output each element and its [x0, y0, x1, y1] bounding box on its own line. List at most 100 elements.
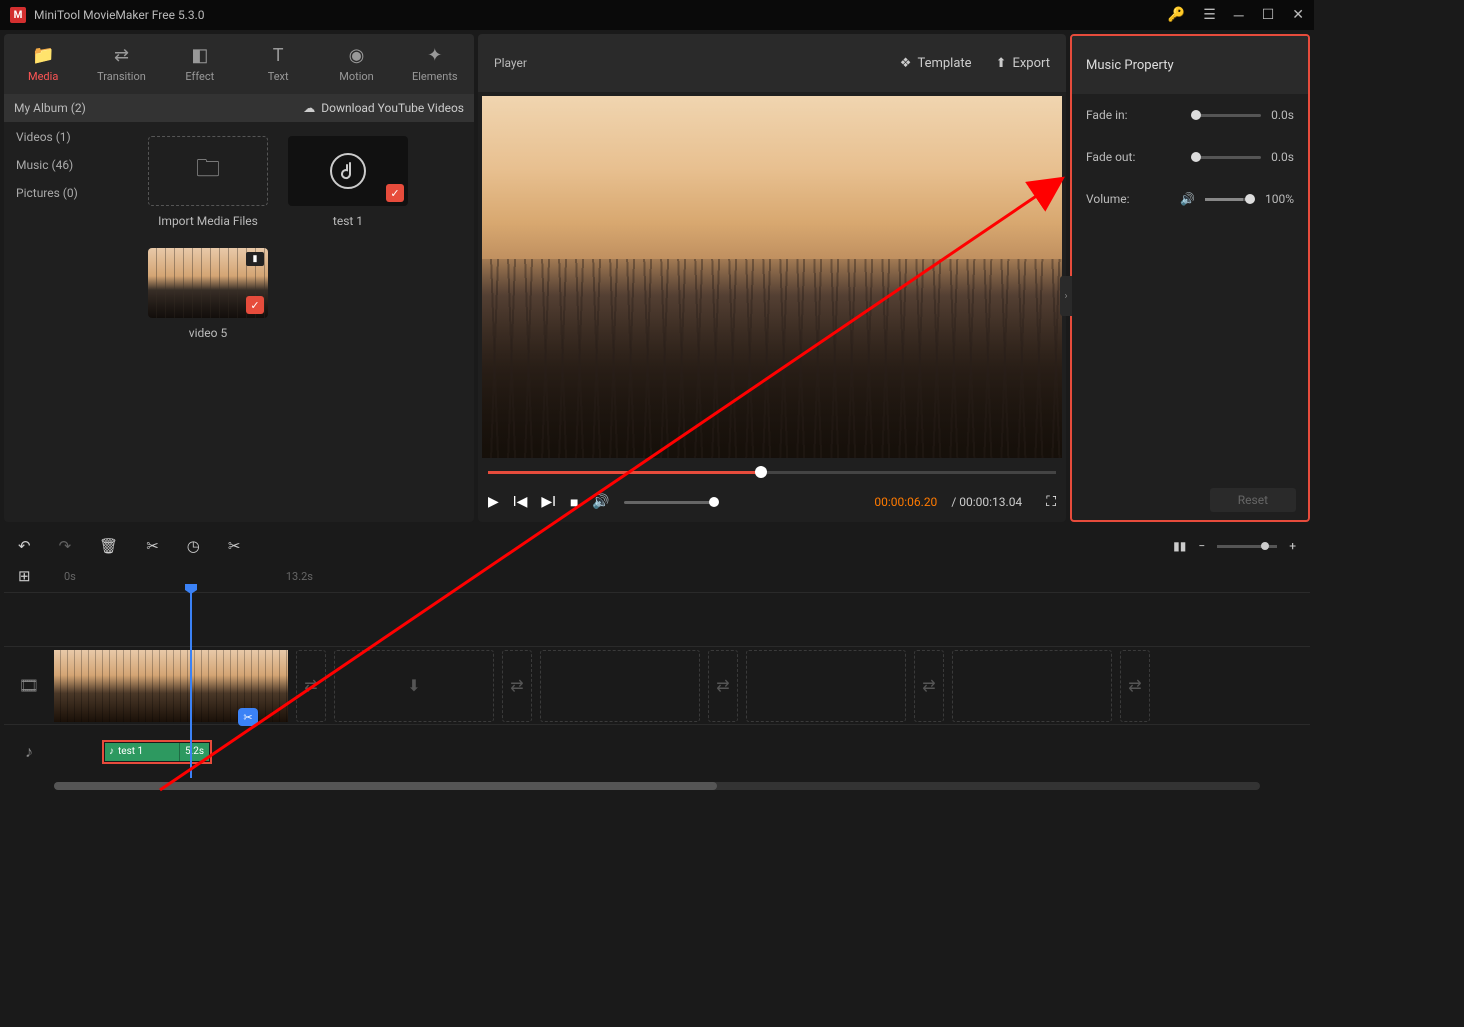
- transition-slot[interactable]: ⇄: [1120, 650, 1150, 722]
- timeline-scrollbar[interactable]: [54, 782, 1260, 790]
- close-icon[interactable]: ✕: [1292, 7, 1304, 23]
- empty-clip-slot[interactable]: [746, 650, 906, 722]
- music-note-icon: [328, 151, 368, 191]
- undo-button[interactable]: ↶: [18, 537, 31, 555]
- transition-slot[interactable]: ⇄: [502, 650, 532, 722]
- volume-slider[interactable]: [624, 501, 714, 504]
- split-icon[interactable]: ✂: [238, 708, 258, 726]
- zoom-in-button[interactable]: +: [1289, 539, 1296, 553]
- media-panel: 📁Media ⇄Transition ◧Effect TText ◉Motion…: [4, 34, 474, 522]
- tab-effect[interactable]: ◧Effect: [161, 34, 239, 94]
- empty-clip-slot[interactable]: [952, 650, 1112, 722]
- video-clip[interactable]: [54, 650, 132, 722]
- minimize-icon[interactable]: ─: [1234, 7, 1244, 24]
- folder-icon: 📁: [32, 45, 54, 66]
- music-property-title: Music Property: [1072, 36, 1308, 94]
- elements-icon: ✦: [427, 45, 442, 66]
- fit-icon[interactable]: ▮▮: [1173, 539, 1186, 553]
- fadeout-slider[interactable]: [1191, 156, 1261, 159]
- import-media-button[interactable]: 🗀 Import Media Files: [148, 136, 268, 228]
- crop-button[interactable]: ✂: [228, 537, 241, 555]
- empty-clip-slot[interactable]: [540, 650, 700, 722]
- zoom-slider[interactable]: [1217, 545, 1277, 548]
- folder-add-icon: 🗀: [196, 151, 220, 192]
- transition-icon: ⇄: [114, 45, 129, 66]
- reset-button[interactable]: Reset: [1210, 488, 1296, 512]
- prev-frame-button[interactable]: I◀: [513, 494, 528, 510]
- video-clip[interactable]: [132, 650, 210, 722]
- split-button[interactable]: ✂: [146, 537, 159, 555]
- redo-button[interactable]: ↷: [59, 537, 72, 555]
- time-current: 00:00:06.20: [874, 495, 937, 509]
- fadeout-label: Fade out:: [1086, 150, 1135, 164]
- track-overlay: [4, 592, 1310, 646]
- tab-media[interactable]: 📁Media: [4, 34, 82, 94]
- fadein-slider[interactable]: [1191, 114, 1261, 117]
- menu-icon[interactable]: ☰: [1203, 7, 1216, 23]
- tab-text[interactable]: TText: [239, 34, 317, 94]
- sidebar-music[interactable]: Music (46): [16, 158, 122, 172]
- sidebar-videos[interactable]: Videos (1): [16, 130, 122, 144]
- time-duration: / 00:00:13.04: [951, 495, 1022, 509]
- check-icon: ✓: [386, 184, 404, 202]
- ruler-mark-1: 13.2s: [286, 570, 313, 583]
- player-panel: Player ❖Template ⬆Export ▶ I◀ ▶I ■ 🔊 00:…: [478, 34, 1066, 522]
- download-youtube-link[interactable]: ☁Download YouTube Videos: [303, 101, 464, 115]
- playhead[interactable]: [190, 592, 192, 778]
- cloud-icon: ☁: [303, 101, 315, 115]
- note-icon: ♪: [109, 746, 114, 757]
- empty-clip-slot[interactable]: ⬇: [334, 650, 494, 722]
- tab-motion[interactable]: ◉Motion: [317, 34, 395, 94]
- video-preview[interactable]: [482, 96, 1062, 458]
- tab-transition[interactable]: ⇄Transition: [82, 34, 160, 94]
- volume-value: 100%: [1265, 192, 1294, 206]
- audio-track-body[interactable]: ♪test 1 5.2s: [54, 725, 1310, 778]
- upload-icon: ⬆: [996, 56, 1007, 71]
- template-button[interactable]: ❖Template: [900, 56, 972, 71]
- speaker-icon[interactable]: 🔊: [1180, 192, 1195, 206]
- track-audio: ♪ ♪test 1 5.2s: [4, 724, 1310, 778]
- music-icon: ♪: [25, 742, 33, 762]
- audio-clip[interactable]: ♪test 1 5.2s: [102, 740, 212, 764]
- delete-button[interactable]: 🗑: [99, 537, 118, 555]
- track-video: 🎞 ✂ ⇄ ⬇ ⇄ ⇄ ⇄ ⇄: [4, 646, 1310, 724]
- transition-slot[interactable]: ⇄: [708, 650, 738, 722]
- tab-elements[interactable]: ✦Elements: [396, 34, 474, 94]
- media-item-test1[interactable]: ✓ test 1: [288, 136, 408, 228]
- volume-prop-slider[interactable]: [1205, 198, 1255, 201]
- app-title: MiniTool MovieMaker Free 5.3.0: [34, 8, 205, 22]
- speed-button[interactable]: ◷: [187, 537, 200, 555]
- volume-icon[interactable]: 🔊: [592, 494, 609, 510]
- check-icon: ✓: [246, 296, 264, 314]
- sidebar-pictures[interactable]: Pictures (0): [16, 186, 122, 200]
- text-icon: T: [273, 45, 284, 66]
- media-item-video5[interactable]: ▮ ✓ video 5: [148, 248, 268, 340]
- fadein-label: Fade in:: [1086, 108, 1128, 122]
- export-button[interactable]: ⬆Export: [996, 56, 1050, 71]
- timeline: ↶ ↷ 🗑 ✂ ◷ ✂ ▮▮ − + ⊞ 0s 13.2s 🎞: [0, 528, 1314, 790]
- ruler-mark-0: 0s: [64, 570, 76, 583]
- effect-icon: ◧: [191, 45, 208, 66]
- titlebar: M MiniTool MovieMaker Free 5.3.0 🔑 ☰ ─ ☐…: [0, 0, 1314, 30]
- play-button[interactable]: ▶: [488, 494, 499, 510]
- zoom-out-button[interactable]: −: [1198, 539, 1205, 553]
- player-title: Player: [494, 56, 527, 70]
- maximize-icon[interactable]: ☐: [1262, 7, 1275, 23]
- next-frame-button[interactable]: ▶I: [541, 494, 556, 510]
- key-icon[interactable]: 🔑: [1168, 7, 1185, 23]
- scrub-bar[interactable]: [478, 462, 1066, 482]
- video-track-body[interactable]: ✂ ⇄ ⬇ ⇄ ⇄ ⇄ ⇄: [54, 647, 1310, 724]
- fullscreen-icon[interactable]: ⛶: [1046, 494, 1056, 510]
- collapse-panel-button[interactable]: ›: [1060, 276, 1072, 316]
- motion-icon: ◉: [349, 45, 365, 66]
- album-title[interactable]: My Album (2): [14, 101, 86, 115]
- stop-button[interactable]: ■: [570, 494, 578, 511]
- transition-slot[interactable]: ⇄: [914, 650, 944, 722]
- fadeout-value: 0.0s: [1271, 150, 1294, 164]
- volume-label: Volume:: [1086, 192, 1130, 206]
- video-icon: ▮: [246, 252, 264, 266]
- app-logo: M: [10, 7, 26, 23]
- add-track-button[interactable]: ⊞: [18, 567, 31, 585]
- transition-slot[interactable]: ⇄: [296, 650, 326, 722]
- music-property-panel: › Music Property Fade in: 0.0s Fade out:…: [1070, 34, 1310, 522]
